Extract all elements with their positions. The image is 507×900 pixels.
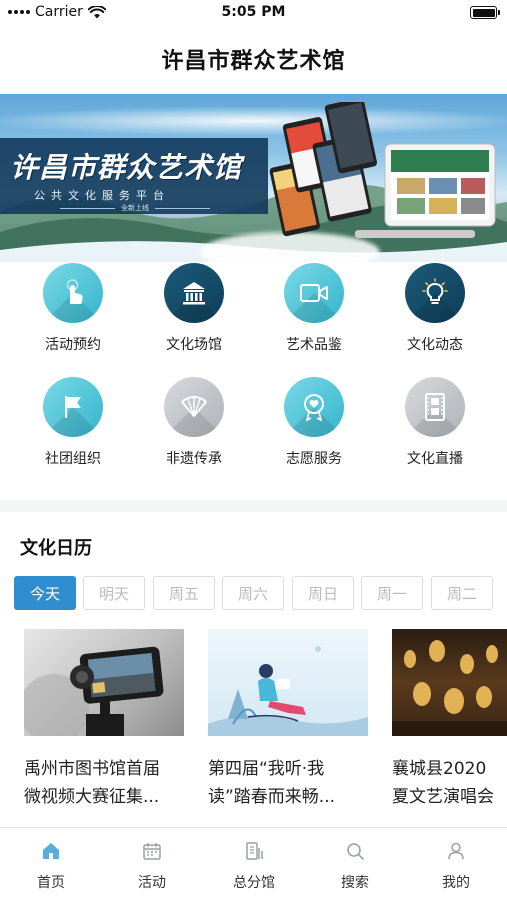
event-title-line2: 读”踏春而来畅... bbox=[208, 787, 336, 807]
event-image bbox=[208, 629, 368, 736]
event-title-line2: 微视频大赛征集... bbox=[24, 787, 160, 807]
event-image bbox=[392, 629, 507, 736]
grid-label: 非遗传承 bbox=[166, 451, 222, 467]
grid-label: 文化动态 bbox=[407, 337, 463, 353]
grid-item-intangible-heritage[interactable]: 非遗传承 bbox=[139, 377, 249, 468]
grid-item-volunteer-service[interactable]: 志愿服务 bbox=[259, 377, 369, 468]
day-tab-monday[interactable]: 周一 bbox=[361, 576, 423, 610]
grid-label: 社团组织 bbox=[45, 451, 101, 467]
day-tab-tuesday[interactable]: 周二 bbox=[431, 576, 493, 610]
tab-home[interactable]: 首页 bbox=[11, 840, 91, 892]
event-card[interactable]: 襄城县2020 夏文艺演唱会 bbox=[392, 629, 507, 811]
event-title: 第四届“我听·我 读”踏春而来畅... bbox=[208, 755, 368, 811]
grid-item-clubs[interactable]: 社团组织 bbox=[18, 377, 128, 468]
library-icon bbox=[246, 842, 263, 860]
banner-tagline-text: 全新上线 bbox=[121, 204, 149, 212]
event-image bbox=[24, 629, 184, 736]
hero-banner[interactable]: 许昌市群众艺术馆 公共文化服务平台 全新上线 bbox=[0, 94, 507, 262]
event-title-line1: 第四届“我听·我 bbox=[208, 759, 325, 779]
tab-profile[interactable]: 我的 bbox=[416, 840, 496, 892]
banner-tagline: 全新上线 bbox=[60, 203, 210, 213]
battery-icon bbox=[470, 6, 500, 19]
video-camera-icon bbox=[284, 263, 344, 323]
banner-subtitle: 公共文化服务平台 bbox=[34, 189, 170, 202]
event-card[interactable]: 第四届“我听·我 读”踏春而来畅... bbox=[208, 629, 368, 811]
grid-label: 文化场馆 bbox=[166, 337, 222, 353]
banner-title: 许昌市群众艺术馆 bbox=[10, 151, 243, 184]
day-tab-tomorrow[interactable]: 明天 bbox=[83, 576, 145, 610]
nav-bar: 许昌市群众艺术馆 bbox=[0, 28, 507, 90]
museum-icon bbox=[164, 263, 224, 323]
tab-label: 搜索 bbox=[341, 875, 369, 891]
tab-branches[interactable]: 总分馆 bbox=[214, 840, 294, 892]
tab-label: 首页 bbox=[37, 875, 65, 891]
bottom-tab-bar: 首页 活动 总分馆 搜索 我的 bbox=[0, 827, 507, 900]
hand-tap-icon bbox=[43, 263, 103, 323]
fan-icon bbox=[164, 377, 224, 437]
section-divider bbox=[0, 500, 507, 512]
carrier-label: Carrier bbox=[35, 4, 83, 20]
film-strip-icon bbox=[405, 377, 465, 437]
user-icon bbox=[448, 842, 464, 860]
tab-label: 活动 bbox=[138, 875, 166, 891]
search-icon bbox=[347, 843, 364, 860]
day-tab-today[interactable]: 今天 bbox=[14, 576, 76, 610]
day-tab-friday[interactable]: 周五 bbox=[153, 576, 215, 610]
wifi-icon bbox=[87, 5, 106, 18]
event-title: 襄城县2020 夏文艺演唱会 bbox=[392, 755, 507, 811]
tab-search[interactable]: 搜索 bbox=[315, 840, 395, 892]
grid-item-cultural-venues[interactable]: 文化场馆 bbox=[139, 263, 249, 354]
carrier-group: Carrier bbox=[8, 4, 106, 20]
event-card[interactable]: 禹州市图书馆首届 微视频大赛征集... bbox=[24, 629, 184, 811]
signal-icon bbox=[8, 10, 30, 14]
grid-item-art-appreciation[interactable]: 艺术品鉴 bbox=[259, 263, 369, 354]
grid-item-cultural-news[interactable]: 文化动态 bbox=[380, 263, 490, 354]
grid-label: 志愿服务 bbox=[286, 451, 342, 467]
home-icon bbox=[43, 843, 59, 859]
grid-label: 活动预约 bbox=[45, 337, 101, 353]
tab-label: 我的 bbox=[442, 875, 470, 891]
day-tabs: 今天 明天 周五 周六 周日 周一 周二 bbox=[14, 576, 507, 610]
grid-item-activity-booking[interactable]: 活动预约 bbox=[18, 263, 128, 354]
event-carousel[interactable]: 禹州市图书馆首届 微视频大赛征集... 第四届“我听·我 读”踏春而来畅... bbox=[0, 629, 507, 819]
event-title: 禹州市图书馆首届 微视频大赛征集... bbox=[24, 755, 184, 811]
tab-label: 总分馆 bbox=[233, 875, 275, 891]
feature-grid: 活动预约 文化场馆 艺术品鉴 文化动态 社团组织 非遗传承 志愿服务 文化直播 bbox=[0, 262, 507, 500]
grid-item-live-broadcast[interactable]: 文化直播 bbox=[380, 377, 490, 468]
day-tab-saturday[interactable]: 周六 bbox=[222, 576, 284, 610]
calendar-section-title: 文化日历 bbox=[20, 538, 92, 559]
calendar-icon bbox=[143, 843, 161, 860]
lightbulb-icon bbox=[405, 263, 465, 323]
grid-label: 文化直播 bbox=[407, 451, 463, 467]
grid-label: 艺术品鉴 bbox=[286, 337, 342, 353]
day-tab-sunday[interactable]: 周日 bbox=[292, 576, 354, 610]
devices-illustration bbox=[269, 102, 496, 238]
tab-activity[interactable]: 活动 bbox=[112, 840, 192, 892]
event-title-line1: 襄城县2020 bbox=[392, 759, 487, 779]
heart-badge-icon bbox=[284, 377, 344, 437]
flag-icon bbox=[43, 377, 103, 437]
status-bar: Carrier 5:05 PM bbox=[0, 0, 507, 28]
event-title-line2: 夏文艺演唱会 bbox=[392, 787, 494, 807]
page-title: 许昌市群众艺术馆 bbox=[161, 49, 346, 74]
event-title-line1: 禹州市图书馆首届 bbox=[24, 759, 160, 779]
